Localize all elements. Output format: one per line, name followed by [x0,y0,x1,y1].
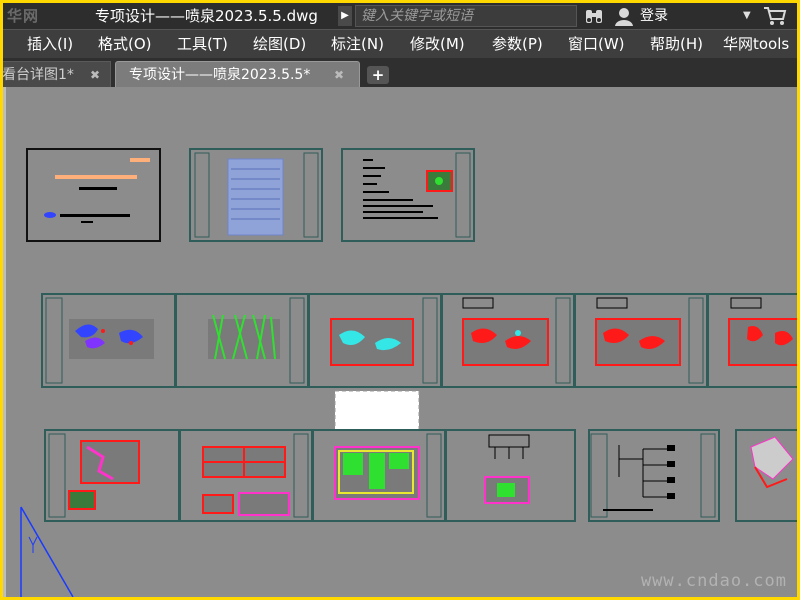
menu-bar: 插入(I) 格式(O) 工具(T) 绘图(D) 标注(N) 修改(M) 参数(P… [3,29,797,58]
plus-icon[interactable]: + [367,66,389,84]
sheet-equipment-detail[interactable] [445,429,576,522]
cart-icon[interactable] [763,6,787,26]
tab-fountain-design[interactable]: 专项设计——喷泉2023.5.5* ✖ [115,61,360,87]
app-logo[interactable]: 华网 [7,5,71,27]
menu-format[interactable]: 格式(O) [98,30,152,58]
menu-window[interactable]: 窗口(W) [568,30,625,58]
sheet-fountain-plan-red-2[interactable] [574,293,708,388]
drawing-canvas[interactable]: www.cndao.com [3,87,797,597]
sheet-fountain-plan-green[interactable] [175,293,309,388]
menu-draw[interactable]: 绘图(D) [253,30,306,58]
sheet-design-notes[interactable] [341,148,475,242]
sheet-drawing-list[interactable] [189,148,323,242]
sheet-landscape-plan[interactable] [735,429,797,522]
menu-tools[interactable]: 工具(T) [177,30,228,58]
document-title: 专项设计——喷泉2023.5.5.dwg [95,7,318,25]
menu-modify[interactable]: 修改(M) [410,30,465,58]
document-tab-bar: 看台详图1* ✖ 专项设计——喷泉2023.5.5* ✖ + [3,58,797,87]
sheet-site-plan[interactable] [44,429,180,522]
watermark: www.cndao.com [640,571,787,591]
search-input[interactable]: 键入关键字或短语 [355,5,577,27]
tab-stand-detail[interactable]: 看台详图1* ✖ [3,61,111,87]
close-icon[interactable]: ✖ [334,62,344,88]
sheet-pipe-layout[interactable] [179,429,313,522]
chevron-down-icon[interactable]: ▼ [743,5,751,27]
chevron-right-icon[interactable]: ▶ [338,6,352,26]
menu-insert[interactable]: 插入(I) [27,30,73,58]
menu-parameter[interactable]: 参数(P) [492,30,543,58]
tab-label: 看台详图1* [3,67,74,83]
sheet-pump-pit[interactable] [312,429,446,522]
menu-help[interactable]: 帮助(H) [650,30,703,58]
menu-huawang-tools[interactable]: 华网tools [723,30,789,58]
title-bar: 华网 专项设计——喷泉2023.5.5.dwg ▶ 键入关键字或短语 登录 ▼ [3,3,797,29]
sheet-fountain-plan-red-1[interactable] [441,293,575,388]
sheet-fountain-plan-blue[interactable] [41,293,176,388]
app-window: 华网 专项设计——喷泉2023.5.5.dwg ▶ 键入关键字或短语 登录 ▼ … [3,3,797,597]
binoculars-icon[interactable] [585,7,603,25]
menu-dimension[interactable]: 标注(N) [331,30,384,58]
login-link[interactable]: 登录 [640,5,668,27]
close-icon[interactable]: ✖ [90,62,100,88]
sheet-fountain-plan-cyan[interactable] [308,293,442,388]
sheet-cover[interactable] [26,148,161,242]
sheet-fountain-plan-red-3[interactable] [707,293,797,388]
sheet-electrical-diagram[interactable] [588,429,720,522]
user-icon[interactable] [614,6,634,26]
tab-label: 专项设计——喷泉2023.5.5* [129,67,311,83]
layout-sheets [20,148,797,597]
